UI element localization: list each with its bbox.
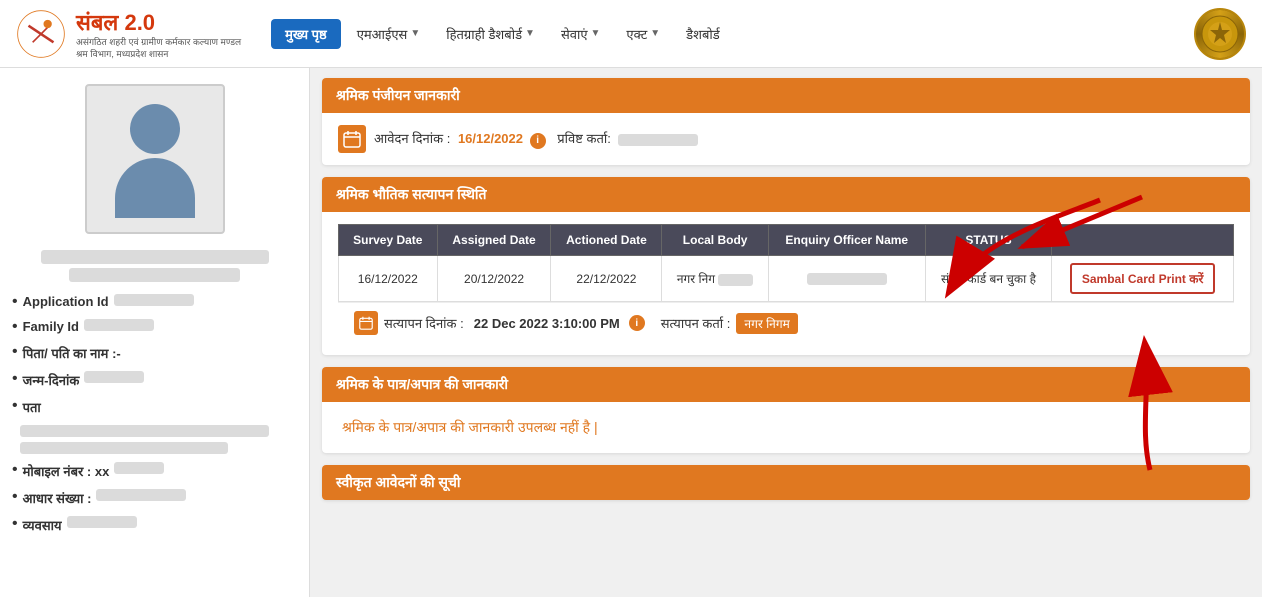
nav-services[interactable]: सेवाएं ▼ (551, 19, 610, 49)
verification-section-header: श्रमिक भौतिक सत्यापन स्थिति (322, 177, 1250, 212)
nav-beneficiary[interactable]: हितग्राही डैशबोर्ड ▼ (436, 19, 545, 49)
col-local-body: Local Body (662, 225, 768, 256)
list-item-aadhar: आधार संख्या : (12, 489, 297, 507)
registration-date-text: आवेदन दिनांक : 16/12/2022 i प्रविष्ट कर्… (374, 129, 698, 149)
verification-section: श्रमिक भौतिक सत्यापन स्थिति Survey Date … (322, 177, 1250, 355)
logo-icon (16, 9, 66, 59)
survey-date-cell: 16/12/2022 (339, 256, 438, 302)
col-survey-date: Survey Date (339, 225, 438, 256)
nav-mis[interactable]: एमआईएस ▼ (347, 19, 431, 49)
address-label: पता (23, 398, 41, 416)
status-cell: संबल कार्ड बन चुका है (925, 256, 1052, 302)
calendar-icon (338, 125, 366, 153)
list-item-dob: जन्म-दिनांक (12, 371, 297, 389)
beneficiary-dropdown-icon: ▼ (525, 28, 535, 39)
list-item-father-name: पिता/ पति का नाम :- (12, 344, 297, 362)
mobile-label: मोबाइल नंबर : xx (23, 462, 110, 480)
profile-name-area (12, 250, 297, 282)
logo-area: संबल 2.0 असंगठित शहरी एवं ग्रामीण कर्मका… (16, 7, 241, 60)
act-dropdown-icon: ▼ (650, 28, 660, 39)
reg-date-info-icon[interactable]: i (530, 133, 546, 149)
sidebar-info-list-2: मोबाइल नंबर : xx आधार संख्या : व्यवसाय (12, 462, 297, 534)
satyapan-date-value: 22 Dec 2022 3:10:00 PM (474, 316, 620, 331)
registration-section-header: श्रमिक पंजीयन जानकारी (322, 78, 1250, 113)
assigned-date-cell: 20/12/2022 (437, 256, 551, 302)
dob-label: जन्म-दिनांक (23, 371, 80, 389)
sidebar: Application Id Family Id पिता/ पति का ना… (0, 68, 310, 597)
list-item-application-id: Application Id (12, 294, 297, 310)
reg-date-value: 16/12/2022 (458, 131, 523, 146)
logo-subtitle: असंगठित शहरी एवं ग्रामीण कर्मकार कल्याण … (76, 37, 241, 60)
list-item-mobile: मोबाइल नंबर : xx (12, 462, 297, 480)
aadhar-value (96, 489, 186, 501)
officer-name-cell (768, 256, 925, 302)
entry-value (618, 134, 698, 146)
local-body-cell: नगर निग (662, 256, 768, 302)
logo-title: संबल 2.0 (76, 7, 241, 37)
satyapan-date-label: सत्यापन दिनांक : (384, 314, 464, 332)
registration-info: आवेदन दिनांक : 16/12/2022 i प्रविष्ट कर्… (322, 113, 1250, 165)
satyapan-calendar-icon (354, 311, 378, 335)
satyapan-karta-label: सत्यापन कर्ता : (661, 314, 731, 332)
registration-section: श्रमिक पंजीयन जानकारी आवेदन दिनांक : 16/… (322, 78, 1250, 165)
entry-label: प्रविष्ट कर्ता: (557, 131, 611, 146)
nav-right (1194, 8, 1246, 60)
header: संबल 2.0 असंगठित शहरी एवं ग्रामीण कर्मका… (0, 0, 1262, 68)
sidebar-info-list: Application Id Family Id पिता/ पति का ना… (12, 294, 297, 416)
content-area: श्रमिक पंजीयन जानकारी आवेदन दिनांक : 16/… (310, 68, 1262, 597)
application-id-value (114, 294, 194, 306)
accepted-section-header: स्वीकृत आवेदनों की सूची (322, 465, 1250, 500)
accepted-section: स्वीकृत आवेदनों की सूची (322, 465, 1250, 500)
col-actioned-date: Actioned Date (551, 225, 662, 256)
satyapan-karta-value: नगर निगम (736, 313, 797, 334)
eligibility-message: श्रमिक के पात्र/अपात्र की जानकारी उपलब्ध… (342, 418, 1230, 437)
table-row: 16/12/2022 20/12/2022 22/12/2022 नगर निग (339, 256, 1234, 302)
satyapan-row: सत्यापन दिनांक : 22 Dec 2022 3:10:00 PM … (338, 302, 1234, 343)
aadhar-label: आधार संख्या : (23, 489, 92, 507)
col-status: STATUS (925, 225, 1052, 256)
main-nav: मुख्य पृष्ठ एमआईएस ▼ हितग्राही डैशबोर्ड … (271, 19, 1194, 49)
father-name-label: पिता/ पति का नाम :- (23, 344, 121, 362)
verification-table-wrap: Survey Date Assigned Date Actioned Date … (338, 224, 1234, 302)
services-dropdown-icon: ▼ (591, 28, 601, 39)
main-layout: Application Id Family Id पिता/ पति का ना… (0, 68, 1262, 597)
family-id-value (84, 319, 154, 331)
main-page-button[interactable]: मुख्य पृष्ठ (271, 19, 341, 49)
col-officer-name: Enquiry Officer Name (768, 225, 925, 256)
application-id-label: Application Id (23, 294, 109, 309)
list-item-occupation: व्यवसाय (12, 516, 297, 534)
verification-body: Survey Date Assigned Date Actioned Date … (322, 212, 1250, 355)
list-item-family-id: Family Id (12, 319, 297, 335)
occupation-label: व्यवसाय (23, 516, 62, 534)
dob-value (84, 371, 144, 383)
logo-text-block: संबल 2.0 असंगठित शहरी एवं ग्रामीण कर्मका… (76, 7, 241, 60)
eligibility-section-header: श्रमिक के पात्र/अपात्र की जानकारी (322, 367, 1250, 402)
sambal-card-print-button[interactable]: Sambal Card Print करें (1070, 263, 1216, 294)
reg-date-label: आवेदन दिनांक : (374, 131, 450, 146)
profile-photo (85, 84, 225, 234)
actioned-date-cell: 22/12/2022 (551, 256, 662, 302)
family-id-label: Family Id (23, 319, 79, 334)
state-emblem (1194, 8, 1246, 60)
col-assigned-date: Assigned Date (437, 225, 551, 256)
nav-dashboard[interactable]: डैशबोर्ड (676, 19, 730, 49)
eligibility-body: श्रमिक के पात्र/अपात्र की जानकारी उपलब्ध… (322, 402, 1250, 453)
eligibility-section: श्रमिक के पात्र/अपात्र की जानकारी श्रमिक… (322, 367, 1250, 453)
mis-dropdown-icon: ▼ (410, 28, 420, 39)
satyapan-info-icon[interactable]: i (629, 315, 645, 331)
mobile-value (114, 462, 164, 474)
col-action (1052, 225, 1234, 256)
verification-table: Survey Date Assigned Date Actioned Date … (338, 224, 1234, 302)
occupation-value (67, 516, 137, 528)
action-cell: Sambal Card Print करें (1052, 256, 1234, 302)
list-item-address: पता (12, 398, 297, 416)
nav-act[interactable]: एक्ट ▼ (616, 19, 670, 49)
